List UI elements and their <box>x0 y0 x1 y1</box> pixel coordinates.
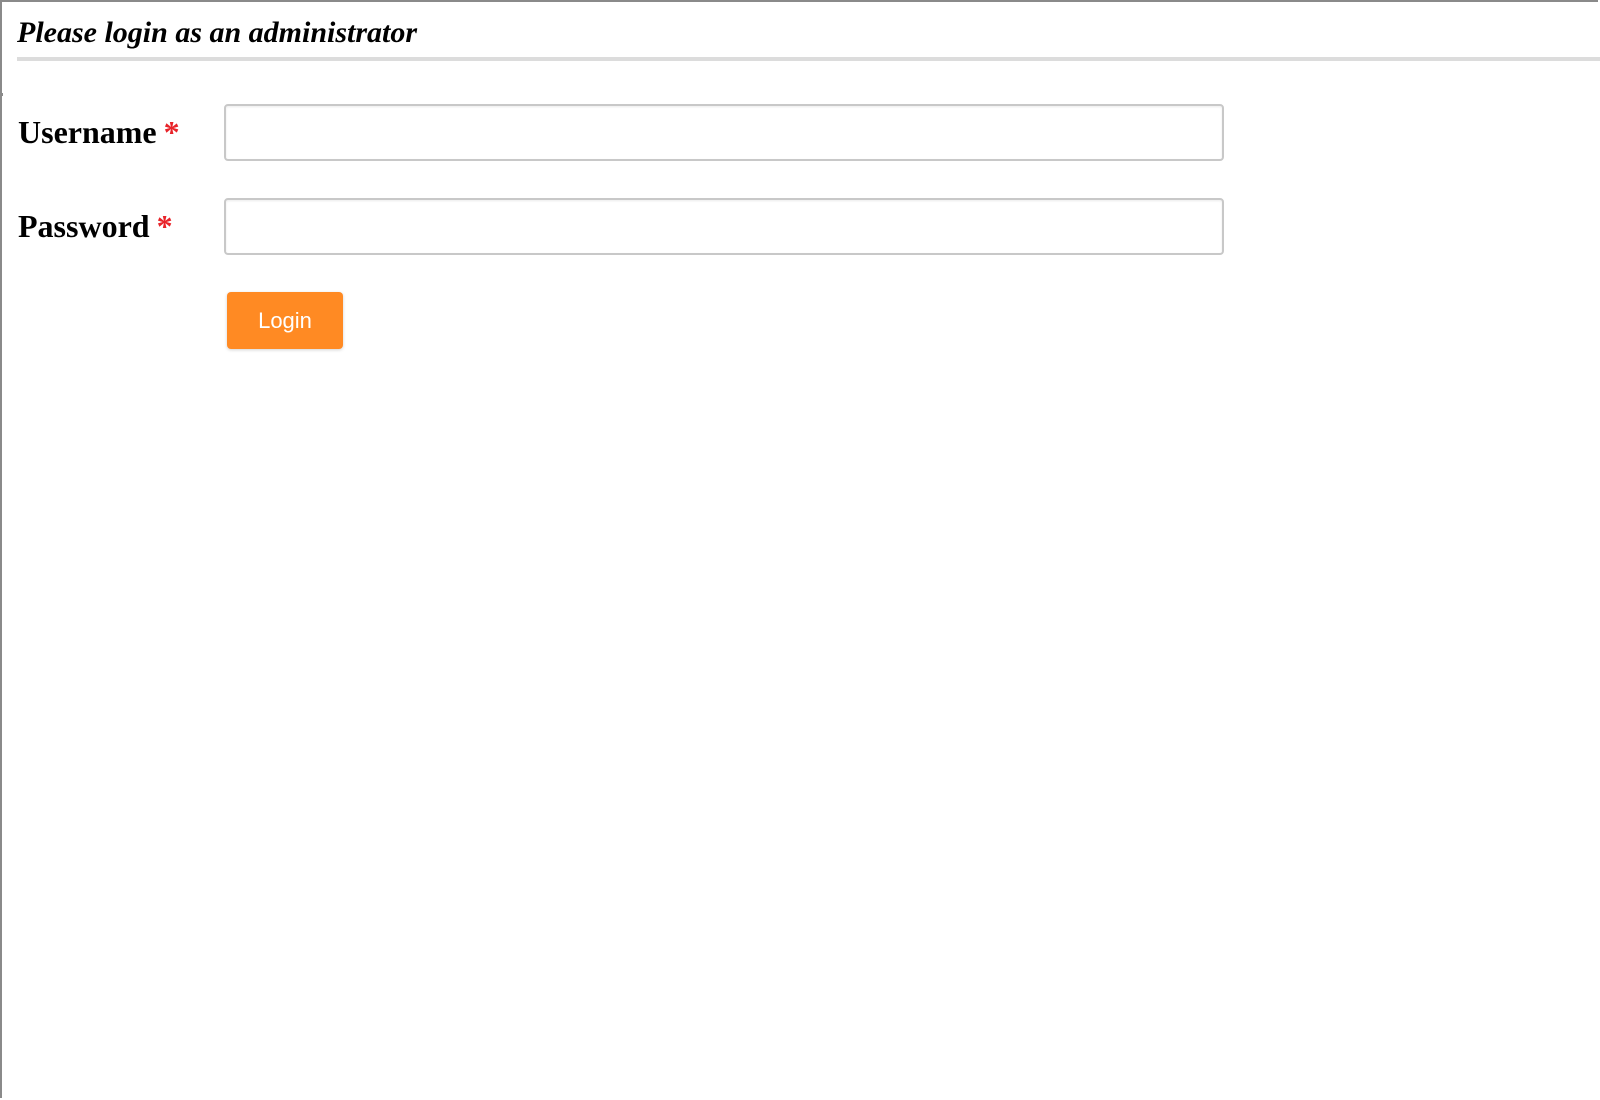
username-row: Username * <box>18 104 1224 161</box>
password-label: Password * <box>18 208 173 244</box>
username-label: Username * <box>18 114 180 150</box>
username-required-mark: * <box>163 114 180 150</box>
password-row: Password * <box>18 198 1224 255</box>
password-input[interactable] <box>224 198 1224 255</box>
username-input[interactable] <box>224 104 1224 161</box>
window-frame <box>0 0 1598 1098</box>
title-divider <box>17 57 1600 61</box>
password-required-mark: * <box>156 208 173 244</box>
username-label-text: Username <box>18 114 157 150</box>
login-button[interactable]: Login <box>227 292 343 349</box>
page-title: Please login as an administrator <box>17 16 418 49</box>
password-label-text: Password <box>18 208 150 244</box>
frame-divider <box>2 93 3 96</box>
